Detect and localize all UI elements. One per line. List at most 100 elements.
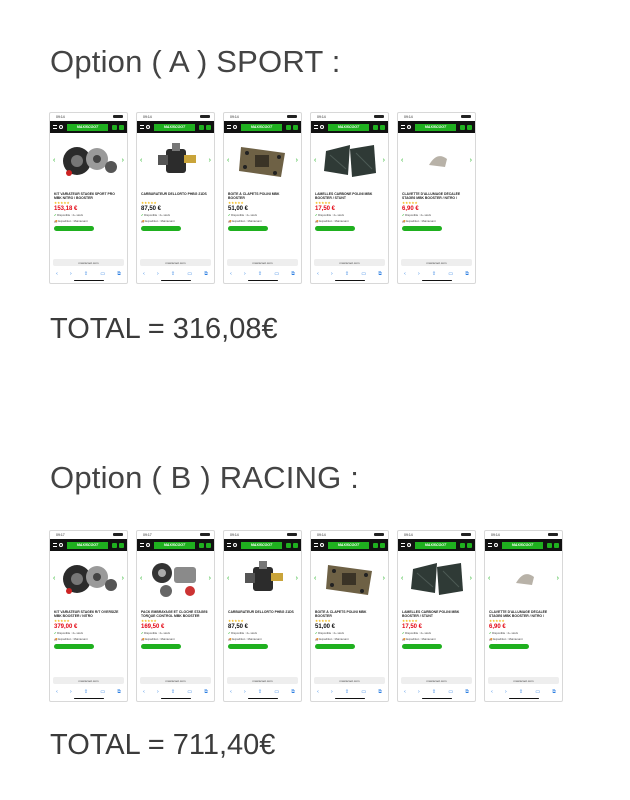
account-icon <box>112 542 117 548</box>
product-screenshot: 09:17 MAXISCOOT ‹ › PACK EMBRAYAGE ET CLOCHE… <box>136 530 215 702</box>
bookmarks-icon: ▭ <box>448 689 454 695</box>
back-icon: ‹ <box>143 271 145 277</box>
browser-url-bar: maxiscoot.com <box>227 259 298 266</box>
add-to-cart-button <box>228 226 268 231</box>
product-image: ‹ › <box>137 133 214 189</box>
search-icon <box>233 543 237 547</box>
bookmarks-icon: ▭ <box>187 271 193 277</box>
chevron-right-icon: › <box>295 575 298 582</box>
chevron-right-icon: › <box>295 157 298 164</box>
product-screenshot: 09:14 MAXISCOOT ‹ › LAMELLES CARBONE POLINI … <box>397 530 476 702</box>
cart-icon <box>293 542 298 548</box>
option-a-screenshots: 09:14 MAXISCOOT ‹ › KIT VARIATEUR STAGE6 SPO… <box>49 112 476 284</box>
browser-toolbar: ‹ › ⇪ ▭ ⧉ <box>311 270 388 278</box>
tabs-icon: ⧉ <box>204 689 208 695</box>
tabs-icon: ⧉ <box>117 689 121 695</box>
search-icon <box>320 543 324 547</box>
shop-navbar: MAXISCOOT <box>311 121 388 133</box>
shop-navbar: MAXISCOOT <box>224 121 301 133</box>
option-b-screenshots: 09:17 MAXISCOOT ‹ › KIT VARIATEUR STAGE6 R/T… <box>49 530 563 702</box>
status-time: 09:14 <box>317 533 326 537</box>
add-to-cart-button <box>489 644 529 649</box>
shop-navbar: MAXISCOOT <box>485 539 562 551</box>
browser-url-bar: maxiscoot.com <box>314 677 385 684</box>
menu-icon <box>227 543 231 547</box>
share-icon: ⇪ <box>344 271 350 277</box>
cart-icon <box>293 124 298 130</box>
browser-toolbar: ‹ › ⇪ ▭ ⧉ <box>398 270 475 278</box>
shop-logo: MAXISCOOT <box>67 123 108 131</box>
add-to-cart-button <box>315 644 355 649</box>
shipping-status: 🚚 Expédition : Maintenant <box>315 219 349 223</box>
chevron-right-icon: › <box>121 157 124 164</box>
chevron-right-icon: › <box>382 157 385 164</box>
shop-navbar: MAXISCOOT <box>50 539 127 551</box>
search-icon <box>59 125 63 129</box>
back-icon: ‹ <box>56 689 58 695</box>
home-indicator <box>422 279 452 281</box>
shop-navbar: MAXISCOOT <box>311 539 388 551</box>
account-icon <box>286 542 291 548</box>
home-indicator <box>74 697 104 699</box>
home-indicator <box>248 279 278 281</box>
product-image: ‹ › <box>485 551 562 607</box>
menu-icon <box>140 125 144 129</box>
back-icon: ‹ <box>317 271 319 277</box>
add-to-cart-button <box>141 226 181 231</box>
add-to-cart-button <box>141 644 181 649</box>
forward-icon: › <box>70 689 72 695</box>
share-icon: ⇪ <box>344 689 350 695</box>
tabs-icon: ⧉ <box>291 689 295 695</box>
signal-battery-icon <box>374 115 384 118</box>
shop-logo: MAXISCOOT <box>67 541 108 549</box>
shipping-status: 🚚 Expédition : Maintenant <box>54 219 88 223</box>
product-screenshot: 09:14 MAXISCOOT ‹ › CARBURATEUR DELLORTO PHB… <box>136 112 215 284</box>
shipping-status: 🚚 Expédition : Maintenant <box>489 637 523 641</box>
account-icon <box>286 124 291 130</box>
account-icon <box>460 124 465 130</box>
back-icon: ‹ <box>56 271 58 277</box>
share-icon: ⇪ <box>431 271 437 277</box>
chevron-right-icon: › <box>556 575 559 582</box>
option-a-total: TOTAL = 316,08€ <box>50 313 278 345</box>
search-icon <box>320 125 324 129</box>
add-to-cart-button <box>54 644 94 649</box>
tabs-icon: ⧉ <box>378 271 382 277</box>
shop-navbar: MAXISCOOT <box>137 539 214 551</box>
menu-icon <box>314 543 318 547</box>
home-indicator <box>74 279 104 281</box>
home-indicator <box>509 697 539 699</box>
account-icon <box>199 542 204 548</box>
tabs-icon: ⧉ <box>204 271 208 277</box>
status-time: 09:17 <box>56 533 65 537</box>
status-time: 09:14 <box>143 115 152 119</box>
shop-logo: MAXISCOOT <box>241 123 282 131</box>
forward-icon: › <box>418 689 420 695</box>
phone-status-bar: 09:17 <box>50 531 127 539</box>
menu-icon <box>53 125 57 129</box>
share-icon: ⇪ <box>518 689 524 695</box>
product-screenshot: 09:14 MAXISCOOT ‹ › LAMELLES CARBONE POLINI … <box>310 112 389 284</box>
product-title: CARBURATEUR DELLORTO PHBG 21DS <box>141 192 207 196</box>
search-icon <box>407 125 411 129</box>
tabs-icon: ⧉ <box>117 271 121 277</box>
shop-navbar: MAXISCOOT <box>137 121 214 133</box>
back-icon: ‹ <box>230 689 232 695</box>
shop-logo: MAXISCOOT <box>502 541 543 549</box>
bookmarks-icon: ▭ <box>274 689 280 695</box>
tabs-icon: ⧉ <box>291 271 295 277</box>
phone-status-bar: 09:14 <box>311 113 388 121</box>
status-time: 09:17 <box>143 533 152 537</box>
shipping-status: 🚚 Expédition : Maintenant <box>141 219 175 223</box>
chevron-right-icon: › <box>208 157 211 164</box>
product-screenshot: 09:14 MAXISCOOT ‹ › KIT VARIATEUR STAGE6 SPO… <box>49 112 128 284</box>
status-time: 09:14 <box>404 115 413 119</box>
back-icon: ‹ <box>404 271 406 277</box>
forward-icon: › <box>331 271 333 277</box>
product-screenshot: 09:17 MAXISCOOT ‹ › KIT VARIATEUR STAGE6 R/T… <box>49 530 128 702</box>
menu-icon <box>227 125 231 129</box>
search-icon <box>233 125 237 129</box>
signal-battery-icon <box>287 115 297 118</box>
phone-status-bar: 09:14 <box>398 113 475 121</box>
signal-battery-icon <box>461 533 471 536</box>
